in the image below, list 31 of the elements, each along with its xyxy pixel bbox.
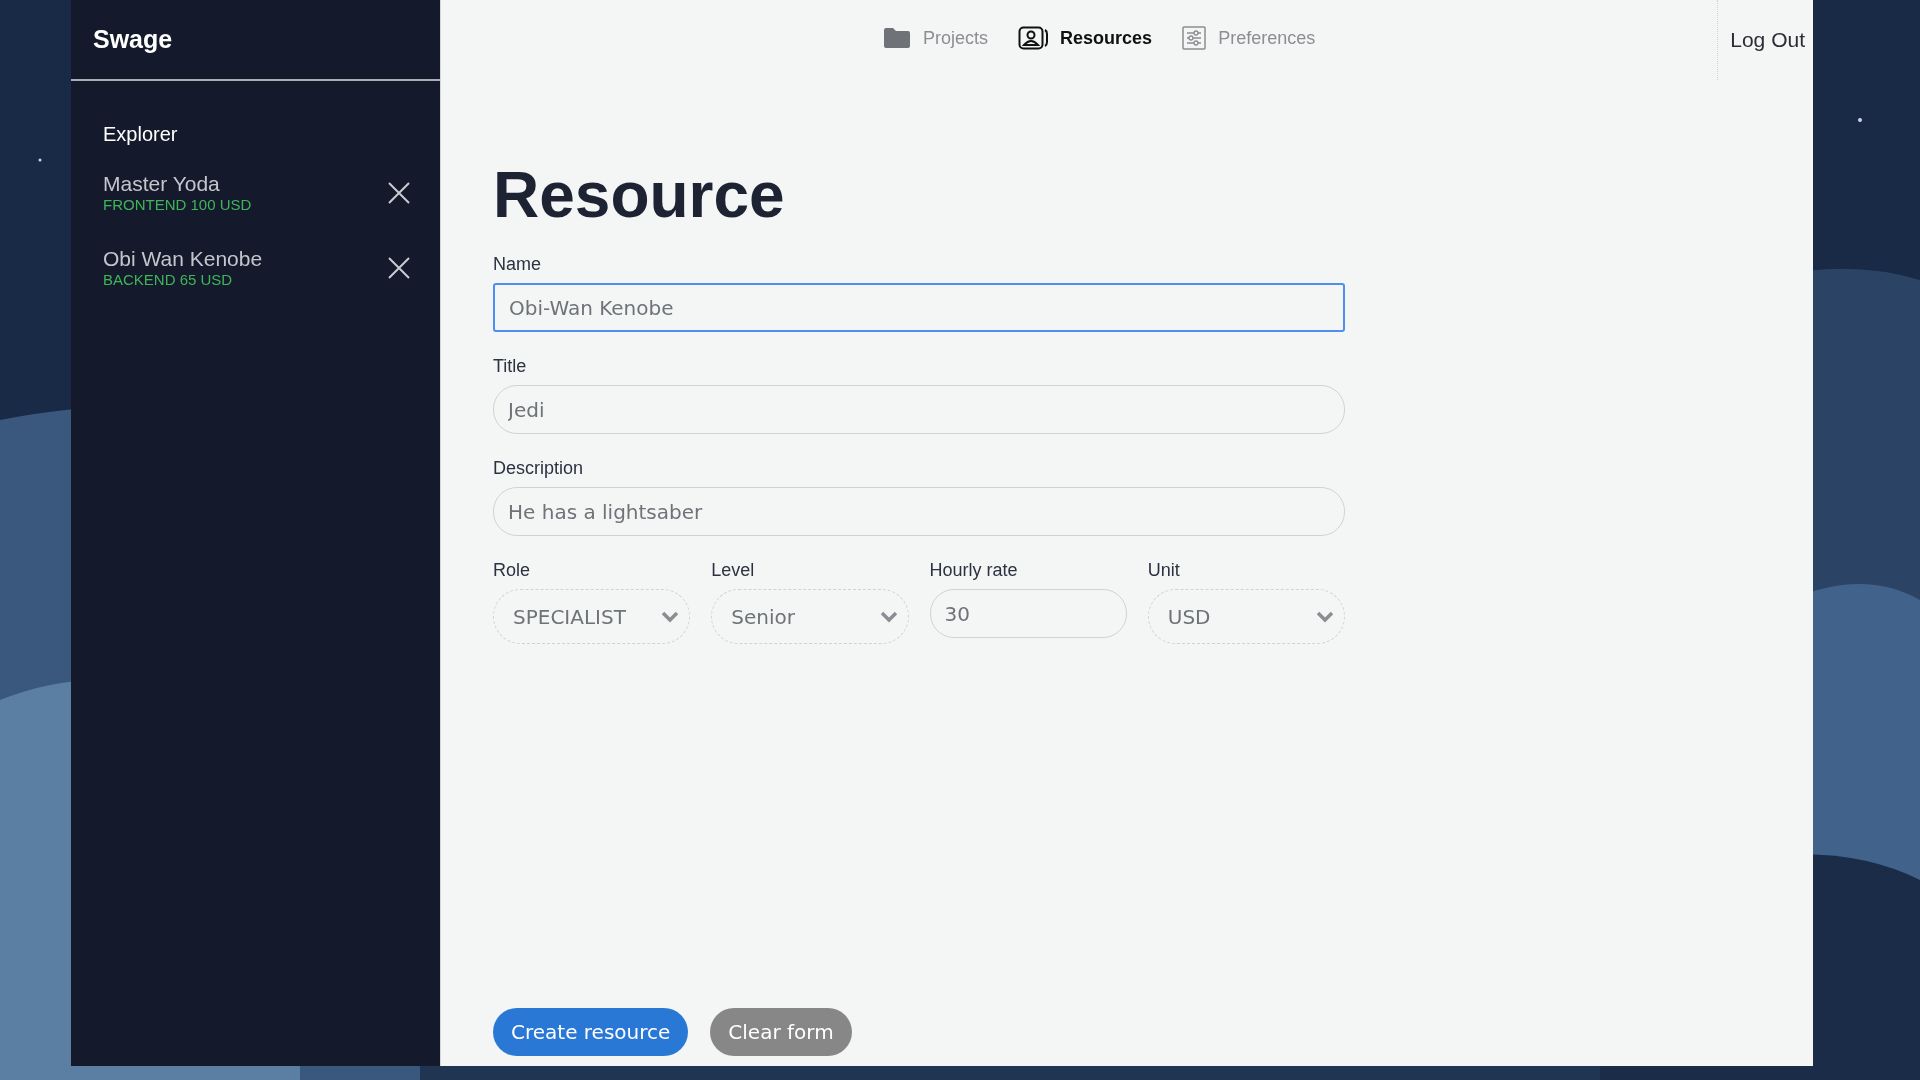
action-button[interactable]: Create resource <box>493 1008 689 1056</box>
close-icon[interactable] <box>388 256 410 279</box>
resource-details: BACKEND 65 USD <box>103 271 234 288</box>
chevron-icon <box>661 610 680 623</box>
field-label: Description <box>493 458 585 480</box>
sidebar-heading: Explorer <box>103 123 179 146</box>
field-label: Unit <box>1147 560 1181 582</box>
resource-name[interactable]: Master Yoda <box>103 172 252 196</box>
logout-link[interactable]: Log Out <box>1717 0 1813 80</box>
input-field[interactable]: He has a lightsaber <box>493 487 1345 537</box>
field-label: Level <box>711 560 756 582</box>
nav-tab[interactable]: Resources <box>1018 26 1153 50</box>
person-icon <box>1018 26 1049 50</box>
close-icon[interactable] <box>388 181 410 204</box>
field-label: Title <box>493 356 528 378</box>
chevron-icon <box>879 610 898 623</box>
field-label: Role <box>493 560 532 582</box>
input-field[interactable]: 30 <box>929 589 1127 639</box>
resource-name[interactable]: Obi Wan Kenobe <box>103 247 263 271</box>
folder-icon <box>883 27 912 49</box>
resource-details: FRONTEND 100 USD <box>103 196 252 213</box>
sliders-icon <box>1182 26 1207 50</box>
nav-tab[interactable]: Preferences <box>1182 26 1316 50</box>
page-title: Resource <box>493 160 786 231</box>
nav-tab[interactable]: Projects <box>883 26 989 50</box>
input-field[interactable]: Obi-Wan Kenobe <box>493 283 1345 333</box>
action-button[interactable]: Clear form <box>710 1008 852 1056</box>
field-label: Name <box>493 254 542 276</box>
field-label: Hourly rate <box>929 560 1019 582</box>
chevron-icon <box>1316 610 1334 623</box>
app-name: Swage <box>93 25 173 54</box>
